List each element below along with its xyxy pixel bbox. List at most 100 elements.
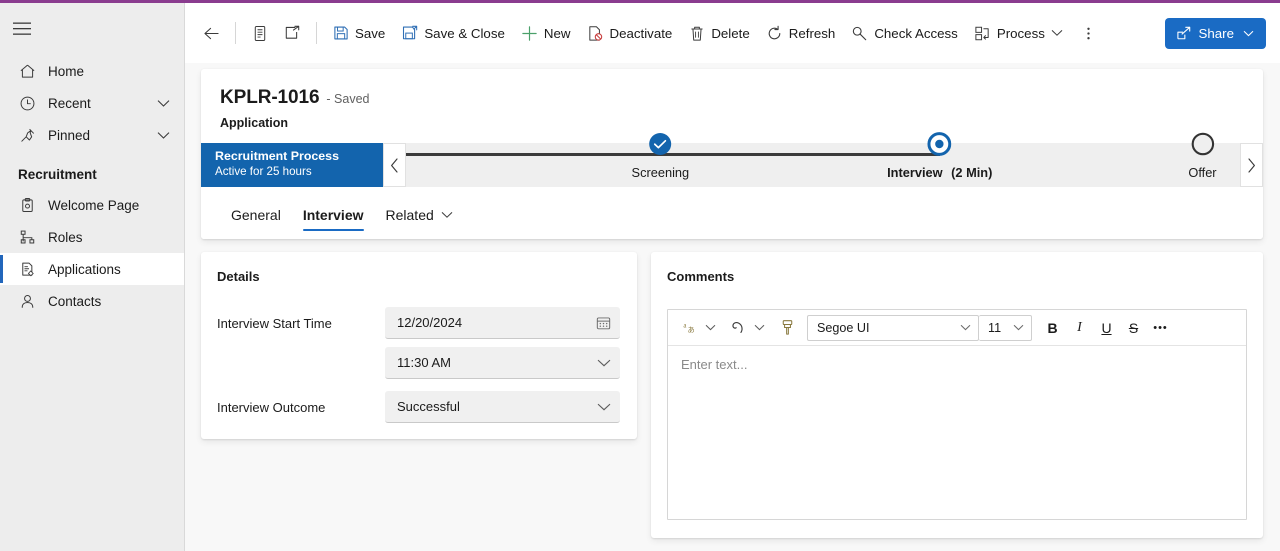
share-button[interactable]: Share [1164,17,1266,49]
field-label: Interview Outcome [217,399,326,415]
trash-icon [688,25,705,42]
undo-chevron-down-icon[interactable] [751,316,767,340]
sidebar-item-recent[interactable]: Recent [0,87,184,119]
chevron-down-icon[interactable] [1241,26,1255,40]
sidebar-item-applications[interactable]: Applications [0,253,184,285]
dynamics-record-form-page: Home Recent Pinned Recruitment Welcome P… [0,0,1280,551]
chevron-down-icon[interactable] [596,399,611,414]
bpf-previous-stage-button[interactable] [383,143,406,187]
process-button[interactable]: Process [966,16,1072,50]
record-entity-name: Application [220,116,289,130]
hierarchy-icon [18,228,36,246]
sidebar-group-title: Recruitment [18,166,97,182]
sidebar-item-label: Roles [48,229,83,245]
tab-related[interactable]: Related [375,192,465,237]
chevron-down-icon[interactable] [1050,26,1064,40]
bold-button[interactable]: B [1039,315,1066,341]
home-icon [18,62,36,80]
sitemap-sidebar: Home Recent Pinned Recruitment Welcome P… [0,3,185,551]
font-size-select[interactable]: 11 [979,314,1032,341]
tab-label: Related [385,206,434,223]
bpf-stage-label: Offer [1188,165,1217,180]
comments-section-title: Comments [667,269,735,284]
record-pane: KPLR-1016 - Saved Application Recruitmen… [201,69,1263,239]
chevron-right-icon [1248,157,1255,173]
rich-text-editor: a あ Segoe UI 11 B I U S ••• Enter text..… [667,309,1247,520]
chevron-down-icon[interactable] [440,208,454,222]
save-and-close-button[interactable]: Save & Close [393,16,513,50]
hamburger-menu-icon[interactable] [0,9,44,49]
share-icon [1176,25,1192,41]
pin-icon [18,126,36,144]
key-icon [851,25,868,42]
bpf-stage-completed-icon [648,132,672,161]
field-row-interview-start-date: Interview Start Time 12/20/2024 [217,307,620,339]
command-label: Delete [711,25,750,41]
deactivate-button[interactable]: Deactivate [578,16,680,50]
command-label: Save & Close [424,25,505,41]
format-painter-icon[interactable] [774,315,800,341]
field-value: Successful [397,399,460,414]
field-row-interview-start-time: 11:30 AM [217,347,620,379]
field-row-interview-outcome: Interview Outcome Successful [217,391,620,423]
bpf-stage-offer[interactable]: Offer [1188,132,1217,180]
interview-start-date-input[interactable]: 12/20/2024 [385,307,620,339]
sidebar-item-pinned[interactable]: Pinned [0,119,184,151]
overflow-menu-button[interactable] [1072,16,1105,50]
sidebar-item-label: Home [48,63,85,79]
form-selector-button[interactable] [243,16,276,50]
interview-outcome-select[interactable]: Successful [385,391,620,423]
sidebar-item-welcome-page[interactable]: Welcome Page [0,189,184,221]
more-formatting-button[interactable]: ••• [1147,315,1174,341]
business-process-flow: Recruitment Process Active for 25 hours [201,132,1263,187]
save-icon [332,25,349,42]
chevron-down-icon[interactable] [596,355,611,370]
sidebar-item-contacts[interactable]: Contacts [0,285,184,317]
bpf-stage-interview[interactable]: Interview (2 Min) [887,132,993,180]
delete-button[interactable]: Delete [680,16,757,50]
bpf-active-duration: Active for 25 hours [215,165,312,178]
app-accent-bar [0,0,1280,3]
bpf-stage-duration: (2 Min) [951,165,993,180]
back-button[interactable] [195,16,228,50]
language-translate-icon[interactable]: a あ [676,315,702,341]
svg-text:あ: あ [687,325,694,333]
calendar-icon[interactable] [596,315,611,330]
popout-button[interactable] [276,16,309,50]
bpf-stage-screening[interactable]: Screening [631,133,690,180]
sidebar-item-home[interactable]: Home [0,55,184,87]
font-size-value: 11 [988,320,1002,335]
chevron-down-icon[interactable] [156,96,170,110]
check-access-button[interactable]: Check Access [843,16,966,50]
tab-general[interactable]: General [220,192,292,237]
chevron-down-icon[interactable] [156,128,170,142]
details-section-card: Details Interview Start Time 12/20/2024 [201,252,637,439]
tab-interview[interactable]: Interview [292,192,375,237]
tab-label: Interview [302,206,364,223]
language-chevron-down-icon[interactable] [702,316,718,340]
form-tab-list: General Interview Related [201,192,1263,239]
sidebar-item-label: Welcome Page [48,197,140,213]
command-label: Save [355,25,386,41]
bpf-name-panel[interactable]: Recruitment Process Active for 25 hours [201,143,383,187]
field-value: 12/20/2024 [397,315,463,330]
bpf-stage-current-icon [927,132,952,161]
underline-button[interactable]: U [1093,315,1120,341]
person-icon [18,292,36,310]
bpf-stage-future-icon [1190,132,1214,161]
refresh-button[interactable]: Refresh [758,16,844,50]
record-header: KPLR-1016 - Saved Application [201,69,1263,130]
bpf-next-stage-button[interactable] [1240,143,1263,187]
comments-editor-input[interactable]: Enter text... [668,346,1246,519]
italic-button[interactable]: I [1066,315,1093,341]
undo-icon[interactable] [725,315,751,341]
sidebar-item-roles[interactable]: Roles [0,221,184,253]
save-button[interactable]: Save [324,16,393,50]
interview-start-time-select[interactable]: 11:30 AM [385,347,620,379]
bpf-stage-label: Screening [631,165,690,180]
strikethrough-button[interactable]: S [1120,315,1147,341]
new-button[interactable]: New [513,16,579,50]
refresh-icon [766,25,783,42]
record-save-state: - Saved [326,92,370,106]
font-family-select[interactable]: Segoe UI [807,314,979,341]
